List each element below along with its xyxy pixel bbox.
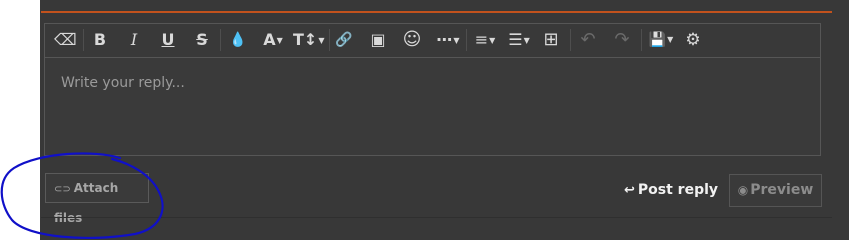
- settings-icon[interactable]: ⚙: [683, 29, 703, 51]
- align-icon[interactable]: ≡▼: [471, 29, 499, 51]
- toolbar-separator: [220, 29, 221, 51]
- list-icon[interactable]: ☰▼: [505, 29, 533, 51]
- toolbar-separator: [466, 29, 467, 51]
- save-draft-icon[interactable]: 💾▼: [646, 29, 676, 51]
- eye-icon: ◉: [737, 183, 749, 197]
- table-icon[interactable]: ⊞: [540, 29, 562, 51]
- toolbar-separator: [329, 29, 330, 51]
- bold-icon[interactable]: B: [91, 29, 109, 51]
- post-reply-button[interactable]: ↩ Post reply: [624, 176, 718, 204]
- rich-text-editor: ⌫ B I U S 💧 A▼ T↕▼ 🔗 ▣ ☺ ⋯▼ ≡▼ ☰▼ ⊞ ↶ ↷ …: [44, 23, 821, 156]
- toolbar-separator: [570, 29, 571, 51]
- strikethrough-icon[interactable]: S: [193, 29, 211, 51]
- paperclip-icon: ⊂⊃: [54, 184, 71, 195]
- footer-divider: [41, 217, 832, 218]
- text-color-icon[interactable]: 💧: [229, 29, 247, 51]
- editor-toolbar: ⌫ B I U S 💧 A▼ T↕▼ 🔗 ▣ ☺ ⋯▼ ≡▼ ☰▼ ⊞ ↶ ↷ …: [45, 24, 820, 58]
- toolbar-separator: [83, 29, 84, 51]
- reply-textarea[interactable]: Write your reply...: [61, 75, 185, 91]
- toolbar-separator: [641, 29, 642, 51]
- accent-divider: [41, 11, 832, 13]
- reply-arrow-icon: ↩: [624, 183, 635, 198]
- preview-label: Preview: [750, 182, 814, 198]
- font-size-icon[interactable]: T↕▼: [293, 29, 324, 51]
- preview-button[interactable]: ◉ Preview: [729, 174, 822, 207]
- italic-icon[interactable]: I: [125, 29, 143, 51]
- image-icon[interactable]: ▣: [368, 29, 388, 51]
- underline-icon[interactable]: U: [159, 29, 177, 51]
- link-icon[interactable]: 🔗: [334, 29, 354, 51]
- eraser-icon[interactable]: ⌫: [54, 29, 77, 51]
- emoji-icon[interactable]: ☺: [401, 29, 423, 51]
- post-reply-label: Post reply: [637, 182, 719, 198]
- more-options-icon[interactable]: ⋯▼: [433, 29, 463, 51]
- attach-files-button[interactable]: ⊂⊃ Attach files: [45, 173, 149, 225]
- undo-icon[interactable]: ↶: [578, 29, 598, 51]
- redo-icon[interactable]: ↷: [612, 29, 632, 51]
- font-family-icon[interactable]: A▼: [260, 29, 286, 51]
